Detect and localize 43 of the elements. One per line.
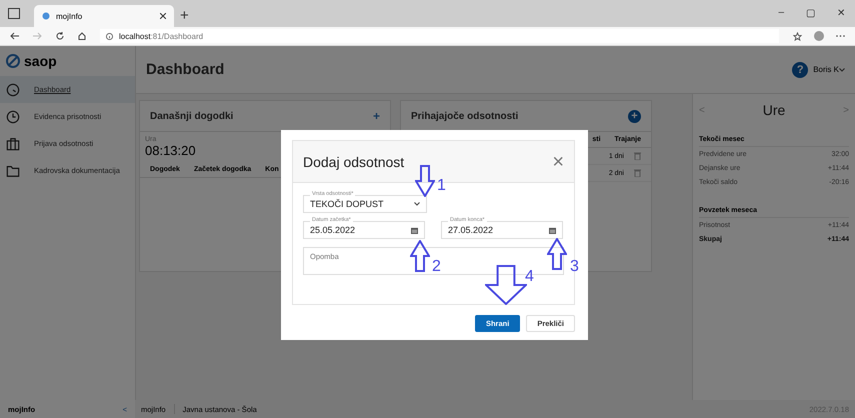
- panel-title: Ure: [762, 102, 786, 118]
- clock-icon: [6, 110, 20, 124]
- annotation-arrow-icon: [485, 265, 527, 305]
- add-button[interactable]: +: [372, 109, 380, 123]
- chevron-down-icon: [414, 202, 420, 206]
- profile-icon[interactable]: [814, 31, 824, 41]
- folder-icon: [6, 164, 20, 178]
- annotation-number: 2: [432, 258, 441, 276]
- home-icon[interactable]: [78, 32, 86, 40]
- card-title: Današnji dogodki: [150, 110, 234, 122]
- tab-title: mojInfo: [56, 12, 84, 20]
- close-button[interactable]: ×: [552, 152, 564, 172]
- calendar-icon[interactable]: [411, 226, 418, 234]
- annotation-arrow-icon: [547, 238, 567, 270]
- gauge-icon: [6, 82, 20, 96]
- calendar-icon[interactable]: [549, 226, 556, 234]
- help-button[interactable]: ?: [792, 62, 808, 78]
- window-control[interactable]: –: [778, 7, 784, 19]
- annotation-number: 3: [570, 258, 579, 276]
- user-menu[interactable]: Boris K: [813, 65, 839, 74]
- window-control[interactable]: ✕: [837, 7, 845, 19]
- logo-text: saop: [24, 53, 57, 69]
- annotation-number: 1: [437, 177, 446, 195]
- logo-icon: [6, 54, 20, 68]
- tab-actions-icon[interactable]: [8, 8, 20, 19]
- page-title: Dashboard: [146, 61, 226, 78]
- briefcase-icon: [6, 136, 20, 150]
- address-bar[interactable]: localhost:81/Dashboard: [100, 29, 779, 43]
- add-button[interactable]: +: [628, 110, 641, 122]
- close-tab-icon[interactable]: [160, 13, 166, 19]
- window-control[interactable]: ▢: [806, 7, 815, 19]
- back-icon[interactable]: [10, 32, 19, 40]
- annotation-arrow-icon: [410, 240, 430, 272]
- chevron-down-icon: [839, 68, 845, 72]
- reload-icon[interactable]: [56, 32, 64, 40]
- annotation-arrow-icon: [415, 165, 435, 197]
- new-tab-button[interactable]: +: [180, 7, 189, 27]
- browser-tab[interactable]: mojInfo: [34, 5, 174, 27]
- dialog-title: Dodaj odsotnost: [303, 154, 404, 170]
- info-icon: [106, 32, 113, 40]
- card-title: Prihajajoče odsotnosti: [411, 110, 518, 122]
- favorites-icon[interactable]: [793, 32, 802, 40]
- site-logo-icon: [42, 12, 50, 20]
